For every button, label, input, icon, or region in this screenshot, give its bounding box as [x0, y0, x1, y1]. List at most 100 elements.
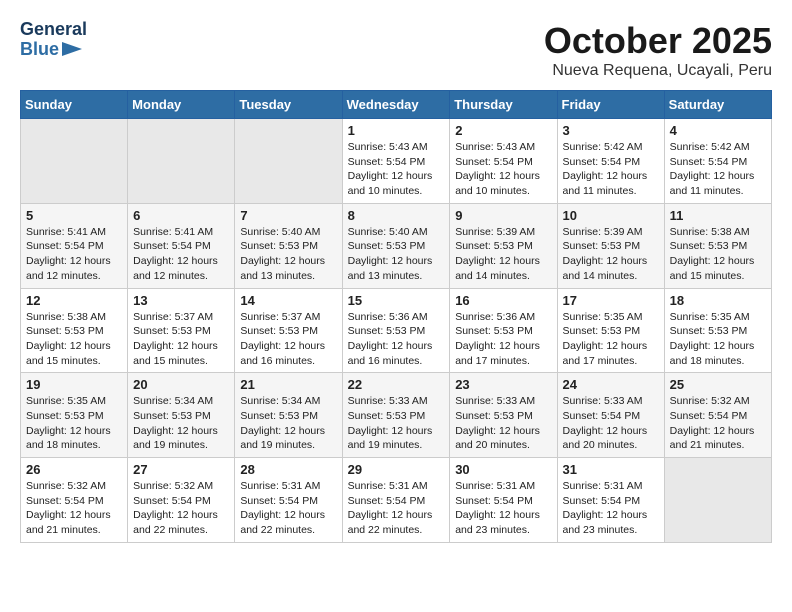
day-info: Sunrise: 5:35 AMSunset: 5:53 PMDaylight:… [26, 394, 122, 453]
day-number: 5 [26, 208, 122, 223]
day-number: 23 [455, 377, 551, 392]
day-cell: 2 Sunrise: 5:43 AMSunset: 5:54 PMDaylight… [450, 119, 557, 204]
day-cell: 10 Sunrise: 5:39 AMSunset: 5:53 PMDayligh… [557, 203, 664, 288]
day-info: Sunrise: 5:42 AMSunset: 5:54 PMDaylight:… [563, 140, 659, 199]
day-cell: 14 Sunrise: 5:37 AMSunset: 5:53 PMDayligh… [235, 288, 342, 373]
day-info: Sunrise: 5:33 AMSunset: 5:54 PMDaylight:… [563, 394, 659, 453]
calendar-header-row: SundayMondayTuesdayWednesdayThursdayFrid… [21, 91, 772, 119]
day-info: Sunrise: 5:41 AMSunset: 5:54 PMDaylight:… [133, 225, 229, 284]
day-info: Sunrise: 5:32 AMSunset: 5:54 PMDaylight:… [26, 479, 122, 538]
day-number: 22 [348, 377, 445, 392]
day-number: 20 [133, 377, 229, 392]
week-row-2: 5 Sunrise: 5:41 AMSunset: 5:54 PMDaylight… [21, 203, 772, 288]
day-number: 25 [670, 377, 766, 392]
week-row-1: 1 Sunrise: 5:43 AMSunset: 5:54 PMDaylight… [21, 119, 772, 204]
day-info: Sunrise: 5:41 AMSunset: 5:54 PMDaylight:… [26, 225, 122, 284]
day-info: Sunrise: 5:31 AMSunset: 5:54 PMDaylight:… [563, 479, 659, 538]
day-cell: 23 Sunrise: 5:33 AMSunset: 5:53 PMDayligh… [450, 373, 557, 458]
day-info: Sunrise: 5:31 AMSunset: 5:54 PMDaylight:… [455, 479, 551, 538]
day-info: Sunrise: 5:37 AMSunset: 5:53 PMDaylight:… [133, 310, 229, 369]
day-number: 31 [563, 462, 659, 477]
day-number: 15 [348, 293, 445, 308]
day-cell: 24 Sunrise: 5:33 AMSunset: 5:54 PMDayligh… [557, 373, 664, 458]
day-cell: 12Sunrise: 5:38 AMSunset: 5:53 PMDayligh… [21, 288, 128, 373]
day-info: Sunrise: 5:32 AMSunset: 5:54 PMDaylight:… [670, 394, 766, 453]
week-row-5: 26 Sunrise: 5:32 AMSunset: 5:54 PMDayligh… [21, 458, 772, 543]
day-cell [128, 119, 235, 204]
day-info: Sunrise: 5:33 AMSunset: 5:53 PMDaylight:… [348, 394, 445, 453]
day-number: 2 [455, 123, 551, 138]
day-cell: 31 Sunrise: 5:31 AMSunset: 5:54 PMDayligh… [557, 458, 664, 543]
day-info: Sunrise: 5:38 AMSunset: 5:53 PMDaylight:… [670, 225, 766, 284]
day-number: 26 [26, 462, 122, 477]
day-cell: 15 Sunrise: 5:36 AMSunset: 5:53 PMDayligh… [342, 288, 450, 373]
day-info: Sunrise: 5:39 AMSunset: 5:53 PMDaylight:… [455, 225, 551, 284]
day-cell: 4Sunrise: 5:42 AMSunset: 5:54 PMDaylight… [664, 119, 771, 204]
day-number: 8 [348, 208, 445, 223]
day-info: Sunrise: 5:32 AMSunset: 5:54 PMDaylight:… [133, 479, 229, 538]
day-info: Sunrise: 5:43 AMSunset: 5:54 PMDaylight:… [455, 140, 551, 199]
day-cell: 28Sunrise: 5:31 AMSunset: 5:54 PMDayligh… [235, 458, 342, 543]
day-cell [21, 119, 128, 204]
day-number: 27 [133, 462, 229, 477]
header-friday: Friday [557, 91, 664, 119]
day-cell: 16 Sunrise: 5:36 AMSunset: 5:53 PMDayligh… [450, 288, 557, 373]
day-number: 16 [455, 293, 551, 308]
day-info: Sunrise: 5:33 AMSunset: 5:53 PMDaylight:… [455, 394, 551, 453]
day-number: 29 [348, 462, 445, 477]
month-title: October 2025 [544, 20, 772, 62]
day-number: 14 [240, 293, 336, 308]
header-monday: Monday [128, 91, 235, 119]
day-number: 30 [455, 462, 551, 477]
logo-arrow-icon [62, 42, 82, 56]
day-number: 11 [670, 208, 766, 223]
header-thursday: Thursday [450, 91, 557, 119]
day-number: 10 [563, 208, 659, 223]
day-info: Sunrise: 5:35 AMSunset: 5:53 PMDaylight:… [670, 310, 766, 369]
day-cell: 11 Sunrise: 5:38 AMSunset: 5:53 PMDayligh… [664, 203, 771, 288]
logo-general: General [20, 20, 87, 40]
day-number: 9 [455, 208, 551, 223]
day-info: Sunrise: 5:38 AMSunset: 5:53 PMDaylight:… [26, 310, 122, 369]
day-number: 24 [563, 377, 659, 392]
day-cell: 19Sunrise: 5:35 AMSunset: 5:53 PMDayligh… [21, 373, 128, 458]
day-cell: 3Sunrise: 5:42 AMSunset: 5:54 PMDaylight… [557, 119, 664, 204]
day-number: 17 [563, 293, 659, 308]
day-info: Sunrise: 5:35 AMSunset: 5:53 PMDaylight:… [563, 310, 659, 369]
day-number: 18 [670, 293, 766, 308]
day-cell: 6 Sunrise: 5:41 AMSunset: 5:54 PMDaylight… [128, 203, 235, 288]
day-cell: 13Sunrise: 5:37 AMSunset: 5:53 PMDayligh… [128, 288, 235, 373]
day-cell: 1Sunrise: 5:43 AMSunset: 5:54 PMDaylight… [342, 119, 450, 204]
header-sunday: Sunday [21, 91, 128, 119]
calendar-table: SundayMondayTuesdayWednesdayThursdayFrid… [20, 90, 772, 543]
day-number: 4 [670, 123, 766, 138]
week-row-3: 12Sunrise: 5:38 AMSunset: 5:53 PMDayligh… [21, 288, 772, 373]
day-info: Sunrise: 5:36 AMSunset: 5:53 PMDaylight:… [455, 310, 551, 369]
day-cell [664, 458, 771, 543]
day-number: 7 [240, 208, 336, 223]
logo-blue: Blue [20, 40, 59, 60]
day-info: Sunrise: 5:34 AMSunset: 5:53 PMDaylight:… [240, 394, 336, 453]
header-saturday: Saturday [664, 91, 771, 119]
day-info: Sunrise: 5:37 AMSunset: 5:53 PMDaylight:… [240, 310, 336, 369]
day-cell: 25 Sunrise: 5:32 AMSunset: 5:54 PMDayligh… [664, 373, 771, 458]
day-cell: 29Sunrise: 5:31 AMSunset: 5:54 PMDayligh… [342, 458, 450, 543]
day-cell: 22 Sunrise: 5:33 AMSunset: 5:53 PMDayligh… [342, 373, 450, 458]
day-info: Sunrise: 5:39 AMSunset: 5:53 PMDaylight:… [563, 225, 659, 284]
day-info: Sunrise: 5:40 AMSunset: 5:53 PMDaylight:… [240, 225, 336, 284]
day-cell: 8Sunrise: 5:40 AMSunset: 5:53 PMDaylight… [342, 203, 450, 288]
day-cell: 9 Sunrise: 5:39 AMSunset: 5:53 PMDaylight… [450, 203, 557, 288]
day-cell: 20Sunrise: 5:34 AMSunset: 5:53 PMDayligh… [128, 373, 235, 458]
day-number: 1 [348, 123, 445, 138]
week-row-4: 19Sunrise: 5:35 AMSunset: 5:53 PMDayligh… [21, 373, 772, 458]
day-cell: 18 Sunrise: 5:35 AMSunset: 5:53 PMDayligh… [664, 288, 771, 373]
day-info: Sunrise: 5:31 AMSunset: 5:54 PMDaylight:… [240, 479, 336, 538]
day-number: 6 [133, 208, 229, 223]
day-cell: 27 Sunrise: 5:32 AMSunset: 5:54 PMDayligh… [128, 458, 235, 543]
header-wednesday: Wednesday [342, 91, 450, 119]
day-cell: 26 Sunrise: 5:32 AMSunset: 5:54 PMDayligh… [21, 458, 128, 543]
day-cell: 21Sunrise: 5:34 AMSunset: 5:53 PMDayligh… [235, 373, 342, 458]
day-cell: 5 Sunrise: 5:41 AMSunset: 5:54 PMDaylight… [21, 203, 128, 288]
page-header: General Blue October 2025 Nueva Requena,… [20, 20, 772, 80]
day-info: Sunrise: 5:36 AMSunset: 5:53 PMDaylight:… [348, 310, 445, 369]
